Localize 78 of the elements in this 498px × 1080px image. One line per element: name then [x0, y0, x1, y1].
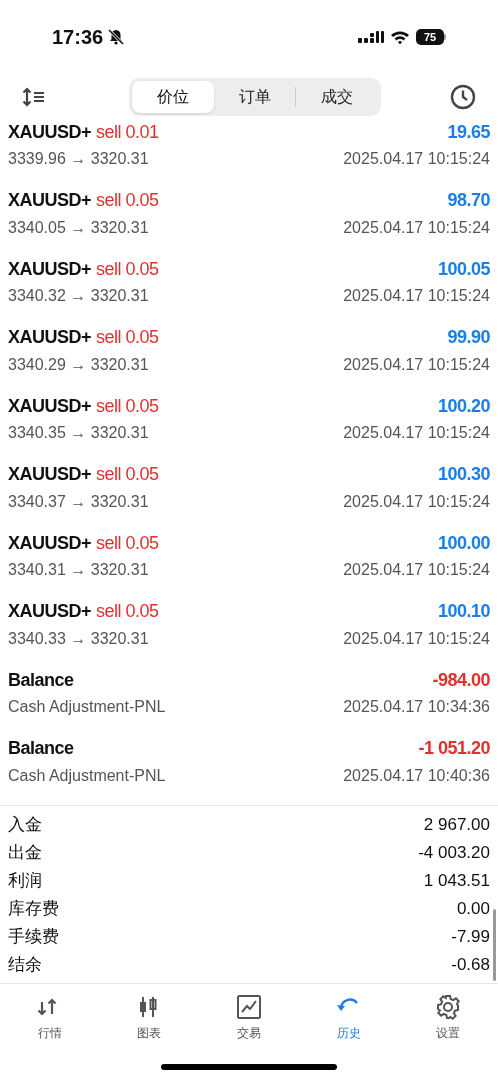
clock-icon[interactable]: [450, 84, 476, 110]
profit-amount: 100.20: [437, 394, 490, 418]
profit-amount: 100.00: [437, 531, 490, 555]
profit-amount: -984.00: [432, 668, 490, 692]
segment-tab[interactable]: 成交: [296, 81, 378, 113]
order-side-label: sell 0.05: [96, 257, 159, 281]
timestamp: 2025.04.17 10:15:24: [343, 423, 490, 443]
signal-icon: [358, 29, 384, 45]
scrollbar: [493, 909, 496, 981]
profit-amount: 100.05: [437, 257, 490, 281]
summary-value: 2 967.00: [423, 814, 490, 837]
symbol-label: XAUUSD+: [8, 326, 92, 349]
segment-tab[interactable]: 价位: [132, 81, 214, 113]
summary-label: 入金: [8, 814, 42, 837]
symbol-label: XAUUSD+: [8, 394, 92, 418]
symbol-label: XAUUSD+: [8, 600, 92, 623]
order-side-label: sell 0.01: [96, 120, 159, 144]
comment-text: Cash Adjustment-PNL: [8, 765, 166, 786]
price-change: 3340.29 → 3320.31: [8, 354, 149, 375]
sort-icon[interactable]: [22, 87, 46, 107]
symbol-label: XAUUSD+: [8, 189, 92, 212]
order-side-label: sell 0.05: [96, 394, 159, 418]
price-change: 3340.31 → 3320.31: [8, 560, 149, 580]
timestamp: 2025.04.17 10:15:24: [343, 286, 490, 306]
nav-tab[interactable]: 交易: [199, 994, 299, 1042]
summary-value: 1 043.51: [423, 870, 490, 893]
summary-label: 手续费: [8, 926, 59, 949]
order-side-label: sell 0.05: [96, 531, 159, 555]
profit-amount: -1 051.20: [418, 737, 490, 760]
symbol-label: XAUUSD+: [8, 120, 92, 144]
profit-amount: 19.65: [447, 120, 490, 144]
symbol-label: XAUUSD+: [8, 463, 92, 486]
price-change: 3339.96 → 3320.31: [8, 149, 149, 169]
muted-bell-icon: [107, 28, 126, 46]
timestamp: 2025.04.17 10:15:24: [343, 354, 490, 375]
order-side-label: sell 0.05: [96, 326, 159, 349]
price-change: 3340.32 → 3320.31: [8, 286, 149, 306]
gear-icon: [435, 994, 462, 1020]
summary-value: 0.00: [456, 898, 490, 921]
price-change: 3340.33 → 3320.31: [8, 628, 149, 649]
nav-tab[interactable]: 行情: [0, 994, 100, 1042]
nav-tab[interactable]: 设置: [398, 994, 498, 1042]
battery-icon: 75: [416, 29, 446, 45]
summary-label: 结余: [8, 954, 42, 977]
timestamp: 2025.04.17 10:15:24: [343, 491, 490, 512]
summary-label: 库存费: [8, 898, 59, 921]
nav-tab[interactable]: 历史: [298, 994, 399, 1042]
timestamp: 2025.04.17 10:40:36: [343, 765, 490, 786]
symbol-label: Balance: [8, 668, 74, 692]
wifi-icon: [390, 29, 410, 45]
summary-value: -4 003.20: [418, 842, 490, 865]
profit-amount: 100.30: [437, 463, 490, 486]
summary-label: 利润: [8, 870, 42, 893]
summary-value: -0.68: [451, 954, 490, 977]
price-change: 3340.35 → 3320.31: [8, 423, 149, 443]
segment-tab[interactable]: 订单: [213, 81, 296, 113]
profit-amount: 100.10: [437, 600, 490, 623]
summary-label: 出金: [8, 842, 42, 865]
summary-value: -7.99: [451, 926, 490, 949]
profit-amount: 99.90: [447, 326, 490, 349]
order-side-label: sell 0.05: [96, 463, 159, 486]
line-chart-icon: [236, 994, 262, 1020]
timestamp: 2025.04.17 10:34:36: [343, 697, 490, 717]
symbol-label: XAUUSD+: [8, 257, 92, 281]
clock-time: 17:36: [52, 25, 104, 50]
timestamp: 2025.04.17 10:15:24: [343, 217, 490, 238]
timestamp: 2025.04.17 10:15:24: [343, 560, 490, 580]
comment-text: Cash Adjustment-PNL: [8, 697, 166, 717]
profit-amount: 98.70: [447, 189, 490, 212]
symbol-label: Balance: [8, 737, 74, 760]
price-change: 3340.05 → 3320.31: [8, 217, 149, 238]
nav-tab[interactable]: 图表: [99, 994, 200, 1042]
price-change: 3340.37 → 3320.31: [8, 491, 149, 512]
timestamp: 2025.04.17 10:15:24: [343, 628, 490, 649]
order-side-label: sell 0.05: [96, 600, 159, 623]
symbol-label: XAUUSD+: [8, 531, 92, 555]
order-side-label: sell 0.05: [96, 189, 159, 212]
timestamp: 2025.04.17 10:15:24: [343, 149, 490, 169]
